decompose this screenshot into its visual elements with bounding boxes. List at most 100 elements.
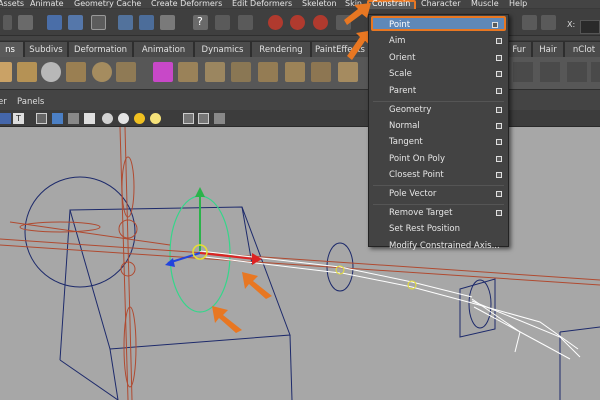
select-by-object-icon[interactable] — [68, 15, 83, 30]
uv-checker-icon[interactable] — [540, 62, 560, 82]
all-lights-icon[interactable] — [134, 113, 145, 124]
joint-xray-icon[interactable] — [214, 113, 225, 124]
constrain-menu-item-tangent[interactable]: Tangent — [369, 135, 508, 150]
menu-help[interactable]: Help — [509, 0, 527, 8]
textured-icon[interactable] — [68, 113, 79, 124]
tab-nclot[interactable]: nClot — [564, 41, 600, 57]
merge-icon[interactable] — [258, 62, 278, 82]
constrain-menu-item-normal[interactable]: Normal — [369, 119, 508, 134]
default-light-icon[interactable] — [118, 113, 129, 124]
menu-edit-deformers[interactable]: Edit Deformers — [232, 0, 292, 8]
constrain-menu-item-scale[interactable]: Scale — [369, 67, 508, 82]
torus-icon[interactable] — [66, 62, 86, 82]
isolate-select-icon[interactable] — [183, 113, 194, 124]
constrain-menu-item-label: Set Rest Position — [389, 224, 460, 235]
constrain-menu-item-set-rest-position[interactable]: Set Rest Position — [369, 222, 508, 237]
smooth-shade-icon[interactable] — [52, 113, 63, 124]
snap-to-curve-icon[interactable] — [238, 15, 253, 30]
constrain-menu-item-geometry[interactable]: Geometry — [369, 103, 508, 118]
constrain-menu-item-orient[interactable]: Orient — [369, 51, 508, 66]
option-box-icon[interactable] — [496, 209, 502, 216]
uv-layout-icon[interactable] — [567, 62, 587, 82]
tab-rendering[interactable]: Rendering — [251, 41, 311, 57]
option-box-icon[interactable] — [496, 54, 502, 61]
camera-attributes-icon[interactable] — [0, 113, 11, 124]
uv-map-icon[interactable] — [591, 62, 600, 82]
option-box-icon[interactable] — [496, 155, 502, 162]
menu-muscle[interactable]: Muscle — [471, 0, 499, 8]
tab-hair[interactable]: Hair — [532, 41, 564, 57]
option-box-icon[interactable] — [496, 38, 502, 45]
option-box-icon[interactable] — [496, 172, 502, 179]
snap-to-view-plane-icon[interactable] — [290, 15, 305, 30]
x-field-label: X: — [567, 20, 576, 29]
checker-display-icon[interactable] — [84, 113, 95, 124]
option-box-icon[interactable] — [496, 71, 502, 78]
shadows-icon[interactable] — [150, 113, 161, 124]
option-box-icon[interactable] — [496, 191, 502, 197]
constrain-menu-item-closest-point[interactable]: Closest Point — [369, 168, 508, 183]
select-by-hierarchy-icon[interactable] — [47, 15, 62, 30]
plane-icon[interactable] — [116, 62, 136, 82]
checker-icon[interactable] — [513, 62, 533, 82]
menu-constrain[interactable]: Constrain — [372, 0, 410, 8]
option-box-icon[interactable] — [496, 106, 502, 113]
bevel-icon[interactable] — [205, 62, 225, 82]
menu-geometry-cache[interactable]: Geometry Cache — [74, 0, 141, 8]
texture-icon[interactable] — [153, 62, 173, 82]
smooth-icon[interactable] — [311, 62, 331, 82]
option-box-icon[interactable] — [496, 122, 502, 129]
combine-icon[interactable] — [338, 62, 358, 82]
new-scene-icon[interactable] — [18, 15, 33, 30]
bridge-icon[interactable] — [285, 62, 305, 82]
split-icon[interactable] — [231, 62, 251, 82]
select-by-component-icon[interactable] — [118, 15, 133, 30]
panel-menu-renderer[interactable]: er — [0, 97, 7, 107]
cube-icon[interactable] — [0, 62, 12, 82]
constrain-menu-item-label: Point On Poly — [389, 153, 446, 164]
xray-icon[interactable] — [198, 113, 209, 124]
render-current-frame-icon[interactable] — [522, 15, 537, 30]
cylinder-icon[interactable] — [17, 62, 37, 82]
sphere-icon[interactable] — [41, 62, 61, 82]
constrain-menu-item-pole-vector[interactable]: Pole Vector — [369, 187, 508, 202]
tab-polygons[interactable]: ns — [0, 41, 24, 57]
ipr-render-icon[interactable] — [541, 15, 556, 30]
option-box-icon[interactable] — [496, 87, 502, 94]
question-mark-icon[interactable]: ? — [193, 15, 208, 30]
lock-selection-icon[interactable] — [160, 15, 175, 30]
wireframe-icon[interactable] — [36, 113, 47, 124]
extrude-icon[interactable] — [178, 62, 198, 82]
tab-animation[interactable]: Animation — [133, 41, 194, 57]
menu-assets[interactable]: Assets — [0, 0, 24, 8]
make-live-icon[interactable] — [313, 15, 328, 30]
option-box-icon[interactable] — [492, 22, 498, 28]
constrain-menu-item-point-on-poly[interactable]: Point On Poly — [369, 152, 508, 167]
text-icon[interactable]: T — [13, 113, 24, 124]
tab-fur[interactable]: Fur — [506, 41, 532, 57]
menu-skeleton[interactable]: Skeleton — [302, 0, 337, 8]
snap-to-point-icon[interactable] — [268, 15, 283, 30]
constrain-menu-item-aim[interactable]: Aim — [369, 34, 508, 49]
menu-set-dropdown[interactable] — [3, 15, 12, 30]
menu-character[interactable]: Character — [421, 0, 461, 8]
menu-create-deformers[interactable]: Create Deformers — [151, 0, 222, 8]
option-box-icon[interactable] — [496, 139, 502, 146]
x-coordinate-field[interactable] — [580, 20, 600, 34]
menu-animate[interactable]: Animate — [30, 0, 64, 8]
lasso-icon[interactable] — [91, 15, 106, 30]
snap-to-grid-icon[interactable] — [215, 15, 230, 30]
paint-select-icon[interactable] — [139, 15, 154, 30]
constrain-menu-item-modify-constrained-axis[interactable]: Modify Constrained Axis... — [369, 239, 508, 254]
tab-dynamics[interactable]: Dynamics — [194, 41, 251, 57]
constrain-menu-item-parent[interactable]: Parent — [369, 84, 508, 99]
tab-subdivs[interactable]: Subdivs — [24, 41, 68, 57]
panel-menu-panels[interactable]: Panels — [17, 97, 44, 107]
constrain-menu-item-point[interactable]: Point — [371, 16, 506, 31]
perspective-viewport[interactable] — [0, 127, 600, 400]
menu-divider — [373, 100, 504, 102]
lighting-icon[interactable] — [102, 113, 113, 124]
tab-deformation[interactable]: Deformation — [68, 41, 133, 57]
cone-icon[interactable] — [92, 62, 112, 82]
constrain-menu-item-remove-target[interactable]: Remove Target — [369, 206, 508, 221]
